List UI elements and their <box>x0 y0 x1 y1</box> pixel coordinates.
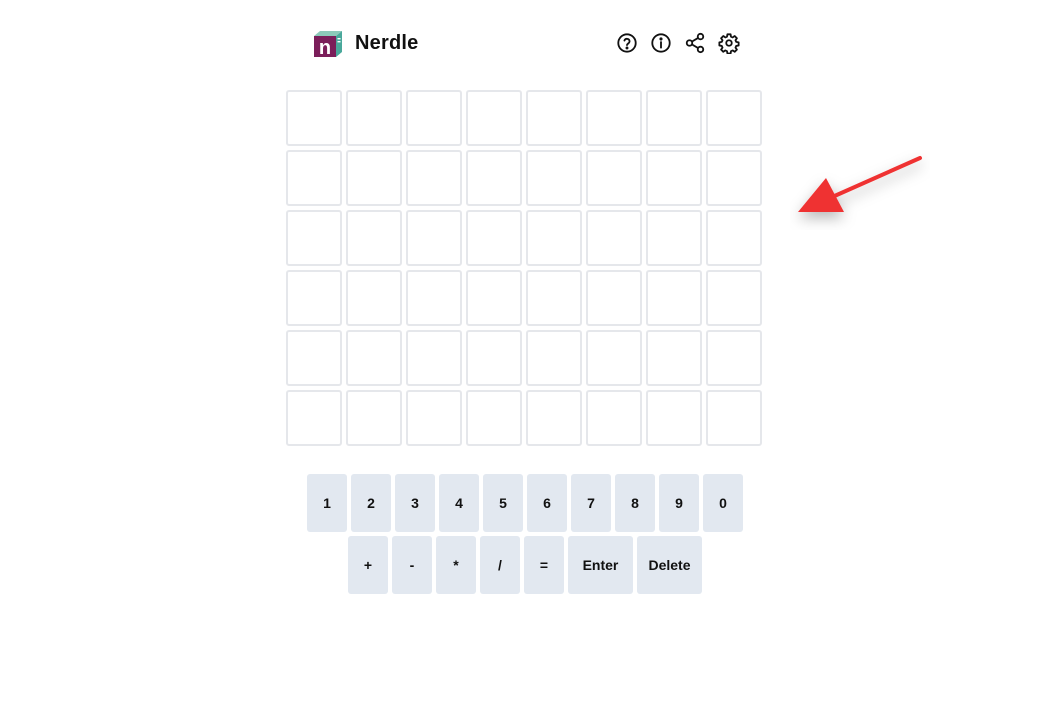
svg-text:n: n <box>319 37 331 58</box>
share-button[interactable] <box>684 32 706 54</box>
board-tile <box>586 330 642 386</box>
header-icons <box>616 32 740 54</box>
board-tile <box>706 210 762 266</box>
key-minus[interactable]: - <box>392 536 432 594</box>
board-tile <box>466 90 522 146</box>
board-tile <box>406 150 462 206</box>
keyboard-row-numbers: 1234567890 <box>0 474 1050 532</box>
board-tile <box>346 150 402 206</box>
game-board <box>286 90 762 446</box>
board-tile <box>346 390 402 446</box>
info-icon <box>651 33 671 53</box>
board-tile <box>466 390 522 446</box>
board-tile <box>466 270 522 326</box>
board-tile <box>286 390 342 446</box>
board-tile <box>406 330 462 386</box>
keyboard-row-operators: + - * / = Enter Delete <box>0 536 1050 594</box>
board-tile <box>646 270 702 326</box>
help-icon <box>617 33 637 53</box>
nerdle-logo-icon: n <box>314 31 342 58</box>
annotation-arrow-icon <box>798 156 922 212</box>
enter-key[interactable]: Enter <box>568 536 633 594</box>
board-tile <box>466 210 522 266</box>
board-tile <box>706 270 762 326</box>
share-icon <box>685 32 705 54</box>
keyboard: 1234567890 + - * / = Enter Delete <box>0 474 1050 598</box>
key-3[interactable]: 3 <box>395 474 435 532</box>
board-tile <box>646 150 702 206</box>
key-2[interactable]: 2 <box>351 474 391 532</box>
board-tile <box>346 210 402 266</box>
board-tile <box>406 90 462 146</box>
board-tile <box>406 210 462 266</box>
board-tile <box>526 270 582 326</box>
board-tile <box>526 210 582 266</box>
board-tile <box>526 390 582 446</box>
board-tile <box>286 150 342 206</box>
key-8[interactable]: 8 <box>615 474 655 532</box>
board-tile <box>286 210 342 266</box>
board-tile <box>526 90 582 146</box>
board-tile <box>406 270 462 326</box>
board-tile <box>646 210 702 266</box>
settings-button[interactable] <box>718 32 740 54</box>
key-equals[interactable]: = <box>524 536 564 594</box>
info-button[interactable] <box>650 32 672 54</box>
brand: n Nerdle <box>312 28 418 58</box>
key-9[interactable]: 9 <box>659 474 699 532</box>
board-tile <box>406 390 462 446</box>
key-multiply[interactable]: * <box>436 536 476 594</box>
board-tile <box>586 90 642 146</box>
board-tile <box>466 330 522 386</box>
app-title: Nerdle <box>355 31 419 54</box>
header: n Nerdle <box>312 26 740 60</box>
board-tile <box>286 90 342 146</box>
board-tile <box>646 390 702 446</box>
board-tile <box>706 390 762 446</box>
key-4[interactable]: 4 <box>439 474 479 532</box>
delete-key[interactable]: Delete <box>637 536 702 594</box>
board-tile <box>286 330 342 386</box>
board-tile <box>706 90 762 146</box>
board-tile <box>346 270 402 326</box>
board-tile <box>466 150 522 206</box>
key-0[interactable]: 0 <box>703 474 743 532</box>
key-5[interactable]: 5 <box>483 474 523 532</box>
board-tile <box>586 150 642 206</box>
key-6[interactable]: 6 <box>527 474 567 532</box>
board-tile <box>526 330 582 386</box>
key-divide[interactable]: / <box>480 536 520 594</box>
board-tile <box>646 330 702 386</box>
settings-icon <box>718 33 740 54</box>
board-tile <box>286 270 342 326</box>
key-7[interactable]: 7 <box>571 474 611 532</box>
key-plus[interactable]: + <box>348 536 388 594</box>
help-button[interactable] <box>616 32 638 54</box>
board-tile <box>706 150 762 206</box>
board-tile <box>346 90 402 146</box>
board-tile <box>586 270 642 326</box>
board-tile <box>586 390 642 446</box>
board-tile <box>706 330 762 386</box>
key-1[interactable]: 1 <box>307 474 347 532</box>
board-tile <box>346 330 402 386</box>
nerdle-app: n Nerdle 1 2 3 4 5 6 7 8 9 0 + - * / = E… <box>0 0 1050 707</box>
board-tile <box>646 90 702 146</box>
board-tile <box>586 210 642 266</box>
board-tile <box>526 150 582 206</box>
